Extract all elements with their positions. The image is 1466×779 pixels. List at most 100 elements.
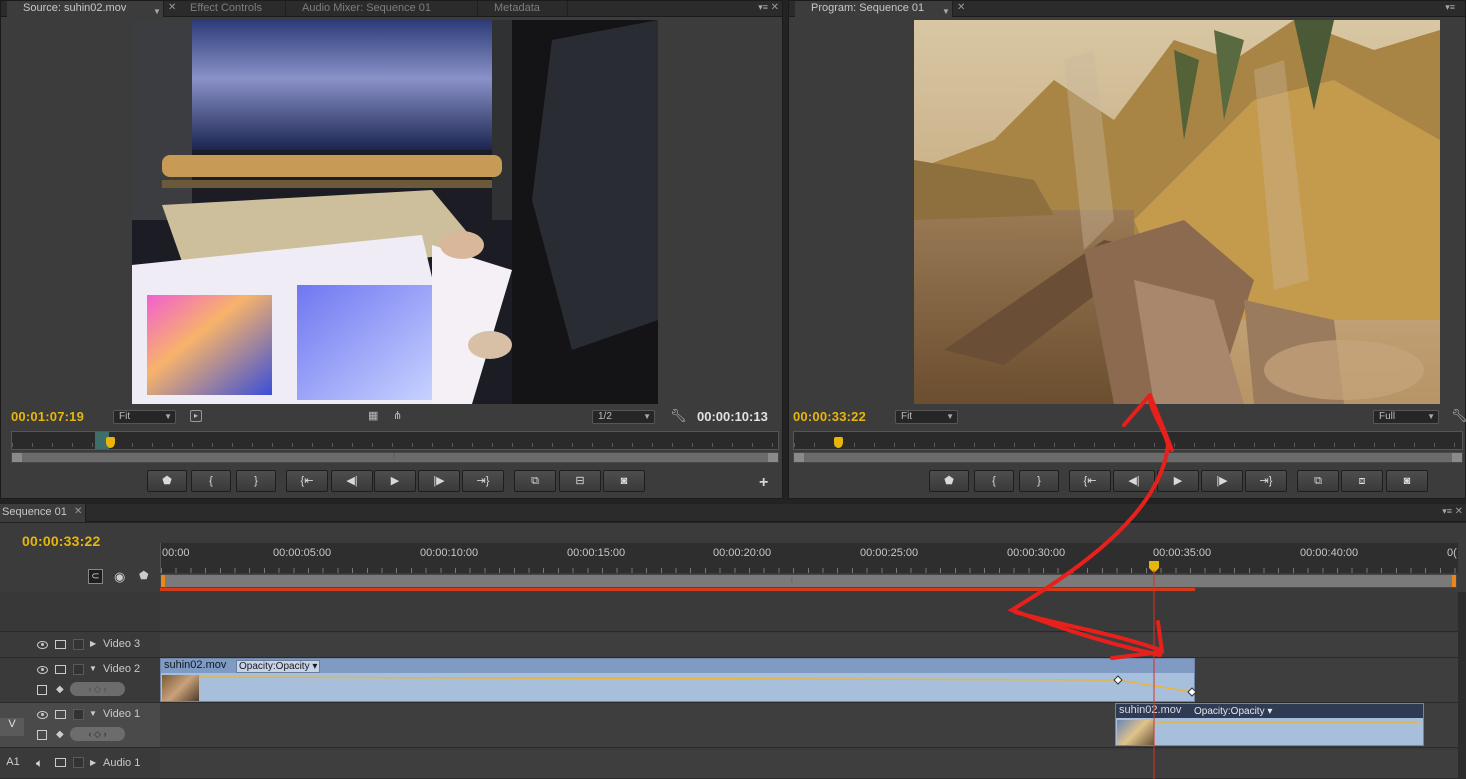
program-fit-select[interactable]: Fit ▼ — [895, 410, 958, 424]
chevron-down-icon[interactable]: ▼ — [89, 709, 97, 718]
zoom-handle-right[interactable] — [1452, 575, 1456, 587]
timeline-zoom-scrollbar[interactable]: ⦙ — [160, 574, 1457, 588]
program-resolution-select[interactable]: Full ▼ — [1373, 410, 1439, 424]
snap-icon[interactable]: ⊂ — [88, 569, 103, 584]
play-button[interactable]: ▶ — [1157, 470, 1199, 492]
chevron-down-icon[interactable]: ▼ — [89, 664, 97, 673]
drag-audio-icon[interactable]: ⋔ — [393, 409, 402, 422]
sync-lock-icon[interactable] — [55, 665, 66, 674]
clip-video1[interactable]: suhin02.mov Opacity:Opacity ▾ — [1115, 703, 1424, 746]
marker-icon[interactable]: ⬟ — [139, 569, 149, 582]
go-to-out-button[interactable]: ⇥} — [462, 470, 504, 492]
track-header-video1[interactable]: V ▼ Video 1 ◆ ‹ ◇ › — [0, 703, 160, 748]
chevron-right-icon[interactable]: ▶ — [90, 758, 96, 767]
export-frame-button[interactable]: ◙ — [603, 470, 645, 492]
tab-metadata[interactable]: Metadata — [478, 1, 568, 17]
zoom-grip-icon[interactable]: ⦙ — [791, 576, 793, 586]
add-marker-button[interactable]: ⬟ — [147, 470, 187, 492]
go-to-in-button[interactable]: {⇤ — [286, 470, 328, 492]
zoom-handle-left[interactable] — [794, 453, 804, 462]
diamond-icon[interactable]: ◆ — [56, 684, 64, 695]
close-icon[interactable]: ✕ — [1455, 506, 1463, 517]
panel-menu-icon[interactable]: ▾≡ — [758, 2, 768, 13]
go-to-in-button[interactable]: {⇤ — [1069, 470, 1111, 492]
add-marker-button[interactable]: ⬟ — [929, 470, 969, 492]
track-header-video3[interactable]: ▶ Video 3 — [0, 633, 160, 658]
close-icon[interactable]: ✕ — [957, 2, 965, 13]
sync-lock-icon[interactable] — [55, 640, 66, 649]
go-to-out-button[interactable]: ⇥} — [1245, 470, 1287, 492]
track-target-label[interactable]: V — [0, 718, 24, 736]
mark-out-button[interactable]: } — [1019, 470, 1059, 492]
keyframe-toggle-icon[interactable] — [37, 685, 47, 695]
program-timecode[interactable]: 00:00:33:22 — [793, 409, 866, 424]
program-playhead[interactable] — [834, 437, 843, 448]
program-time-ruler[interactable] — [793, 431, 1463, 450]
source-resolution-select[interactable]: 1/2 ▼ — [592, 410, 655, 424]
zoom-grip-icon[interactable]: ⦙ — [393, 452, 395, 462]
lock-icon[interactable] — [73, 757, 84, 768]
insert-button[interactable]: ⧉ — [514, 470, 556, 492]
step-back-button[interactable]: ◀| — [1113, 470, 1155, 492]
lock-icon[interactable] — [73, 709, 84, 720]
step-forward-button[interactable]: |▶ — [418, 470, 460, 492]
mark-out-button[interactable]: } — [236, 470, 276, 492]
wrench-icon[interactable]: 🔧︎ — [670, 408, 687, 424]
zoom-grip-icon[interactable]: ⦙ — [1164, 452, 1166, 462]
track-header-audio1[interactable]: A1 🔈︎ ▶ Audio 1 — [0, 750, 160, 779]
timeline-ruler[interactable] — [160, 543, 1458, 573]
track-audio1[interactable] — [160, 750, 1458, 779]
chevron-right-icon[interactable]: ▶ — [90, 639, 96, 648]
clip-effect-dropdown[interactable]: Opacity:Opacity ▾ — [1191, 705, 1276, 718]
source-fit-select[interactable]: Fit ▼ — [113, 410, 176, 424]
extract-button[interactable]: ⧈ — [1341, 470, 1383, 492]
lightbulb-icon[interactable]: ◉ — [114, 569, 125, 585]
source-timecode[interactable]: 00:01:07:19 — [11, 409, 84, 424]
clip-effect-dropdown[interactable]: Opacity:Opacity ▾ — [236, 660, 321, 673]
work-area-bar[interactable] — [160, 588, 1195, 591]
overwrite-button[interactable]: ⊟ — [559, 470, 601, 492]
speaker-icon[interactable]: 🔈︎ — [36, 756, 43, 771]
tab-program[interactable]: Program: Sequence 01 ▼ — [795, 1, 953, 17]
step-forward-button[interactable]: |▶ — [1201, 470, 1243, 492]
panel-menu-icon[interactable]: ▾≡ — [1442, 506, 1452, 517]
keyframe-nav[interactable]: ‹ ◇ › — [70, 727, 125, 741]
mark-in-button[interactable]: { — [191, 470, 231, 492]
source-zoom-scrollbar[interactable]: ⦙ — [11, 452, 779, 463]
track-target-label[interactable]: A1 — [0, 756, 26, 768]
zoom-handle-left[interactable] — [12, 453, 22, 462]
step-back-button[interactable]: ◀| — [331, 470, 373, 492]
timeline-vscrollbar[interactable] — [1458, 592, 1466, 779]
sync-lock-icon[interactable] — [55, 758, 66, 767]
lift-button[interactable]: ⧉ — [1297, 470, 1339, 492]
zoom-handle-right[interactable] — [1452, 453, 1462, 462]
plus-icon[interactable]: + — [759, 474, 768, 492]
eye-icon[interactable] — [37, 711, 48, 719]
zoom-handle-right[interactable] — [768, 453, 778, 462]
settings-toggle-icon[interactable]: ▸ — [190, 410, 202, 422]
keyframe-nav[interactable]: ‹ ◇ › — [70, 682, 125, 696]
mark-in-button[interactable]: { — [974, 470, 1014, 492]
close-icon[interactable]: ✕ — [771, 2, 779, 13]
tab-audio-mixer[interactable]: Audio Mixer: Sequence 01 — [286, 1, 478, 17]
source-time-ruler[interactable] — [11, 431, 779, 450]
lock-icon[interactable] — [73, 639, 84, 650]
chevron-down-icon[interactable]: ▼ — [153, 4, 161, 19]
close-icon[interactable]: ✕ — [74, 506, 82, 517]
panel-menu-icon[interactable]: ▾≡ — [1445, 2, 1455, 13]
eye-icon[interactable] — [37, 666, 48, 674]
track-video3[interactable] — [160, 633, 1458, 658]
zoom-handle-left[interactable] — [161, 575, 165, 587]
source-playhead[interactable] — [106, 437, 115, 448]
eye-icon[interactable] — [37, 641, 48, 649]
wrench-icon[interactable]: 🔧︎ — [1451, 408, 1466, 424]
track-header-video2[interactable]: ▼ Video 2 ◆ ‹ ◇ › — [0, 658, 160, 703]
play-button[interactable]: ▶ — [374, 470, 416, 492]
diamond-icon[interactable]: ◆ — [56, 729, 64, 740]
tab-effect-controls[interactable]: Effect Controls — [174, 1, 286, 17]
timeline-timecode[interactable]: 00:00:33:22 — [22, 533, 100, 549]
chevron-down-icon[interactable]: ▼ — [942, 4, 950, 19]
lock-icon[interactable] — [73, 664, 84, 675]
clip-video2[interactable]: suhin02.mov Opacity:Opacity ▾ — [160, 658, 1195, 702]
program-zoom-scrollbar[interactable]: ⦙ — [793, 452, 1463, 463]
